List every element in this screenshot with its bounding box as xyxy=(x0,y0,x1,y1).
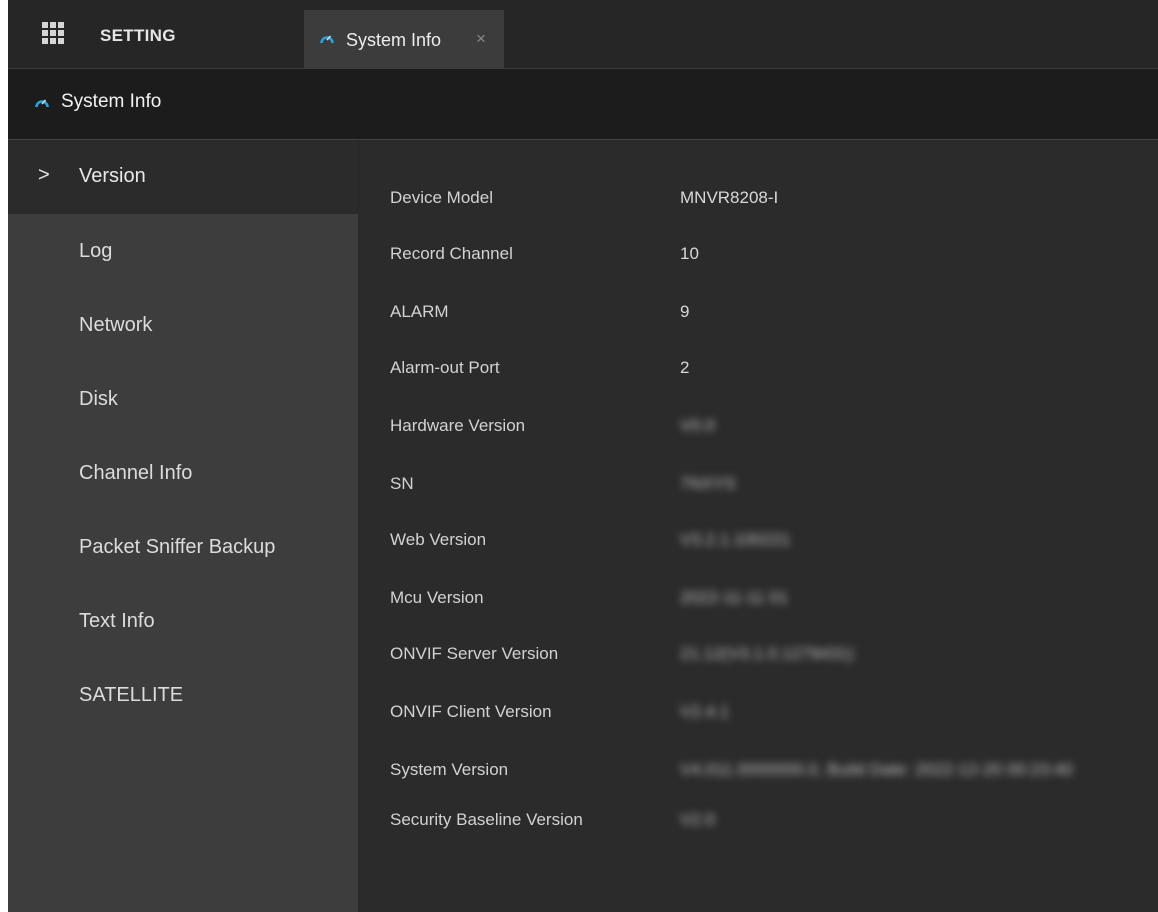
info-value: MNVR8208-I xyxy=(680,188,779,207)
info-label: Web Version xyxy=(390,530,487,549)
sidebar-item-label: Packet Sniffer Backup xyxy=(79,536,276,558)
tab-label: System Info xyxy=(346,30,442,50)
page-header: System Info xyxy=(8,69,1158,140)
redacted-value: 2022-11-11 01 xyxy=(680,588,789,607)
setting-menu-label[interactable]: SETTING xyxy=(100,26,176,46)
sidebar-item-satellite[interactable]: SATELLITE xyxy=(8,658,358,732)
gauge-icon xyxy=(320,35,334,44)
info-label: Alarm-out Port xyxy=(390,358,500,377)
info-label: Record Channel xyxy=(390,244,513,263)
app-grid-icon[interactable] xyxy=(42,22,64,44)
app-window: SETTING System Info × System Info > Vers… xyxy=(8,0,1158,912)
redacted-value: V3.2.1.100221 xyxy=(680,530,791,549)
info-label: Security Baseline Version xyxy=(390,810,583,829)
info-label: ONVIF Client Version xyxy=(390,702,552,721)
close-icon[interactable]: × xyxy=(476,29,486,49)
sidebar-item-network[interactable]: Network xyxy=(8,288,358,362)
sidebar-item-label: Disk xyxy=(79,388,118,410)
redacted-value: V0.0 xyxy=(680,416,715,435)
gauge-icon xyxy=(35,99,49,108)
sidebar-item-label: Log xyxy=(79,240,113,262)
info-value: 10 xyxy=(680,244,699,263)
info-value: 9 xyxy=(680,302,690,321)
sidebar-item-text-info[interactable]: Text Info xyxy=(8,584,358,658)
redacted-value: V2.0 xyxy=(680,810,715,829)
version-info-panel: Device Model MNVR8208-I Record Channel 1… xyxy=(359,140,1158,912)
sidebar-item-log[interactable]: Log xyxy=(8,214,358,288)
info-label: System Version xyxy=(390,760,509,779)
top-tab-bar: SETTING System Info × xyxy=(8,0,1158,69)
sidebar-item-label: Network xyxy=(79,314,153,336)
sidebar-item-label: SATELLITE xyxy=(79,684,184,706)
info-label: SN xyxy=(390,474,414,493)
info-label: Device Model xyxy=(390,188,493,207)
info-value: 2 xyxy=(680,358,690,377)
page-title: System Info xyxy=(61,91,162,112)
info-label: ONVIF Server Version xyxy=(390,644,559,663)
sidebar-item-disk[interactable]: Disk xyxy=(8,362,358,436)
sidebar-item-version[interactable]: > Version xyxy=(8,140,358,214)
redacted-value: V4.011.0000000.0, Build Date: 2022-12-20… xyxy=(680,760,1073,779)
sidebar-item-packet-sniffer-backup[interactable]: Packet Sniffer Backup xyxy=(8,510,358,584)
sidebar-item-label: Text Info xyxy=(79,610,155,632)
info-label: Hardware Version xyxy=(390,416,526,435)
redacted-value: V2.4.1 xyxy=(680,702,730,721)
info-label: ALARM xyxy=(390,302,449,321)
tab-system-info[interactable]: System Info × xyxy=(304,10,504,68)
sidebar-item-label: Version xyxy=(79,165,146,187)
chevron-right-icon: > xyxy=(38,164,50,186)
sidebar-item-label: Channel Info xyxy=(79,462,193,484)
redacted-value: 7NXYS xyxy=(680,474,736,493)
redacted-value: 21.12(V3.1.0.1279431) xyxy=(680,644,854,663)
sidebar-nav: > Version Log Network Disk Channel Info … xyxy=(8,140,359,912)
sidebar-item-channel-info[interactable]: Channel Info xyxy=(8,436,358,510)
info-label: Mcu Version xyxy=(390,588,484,607)
